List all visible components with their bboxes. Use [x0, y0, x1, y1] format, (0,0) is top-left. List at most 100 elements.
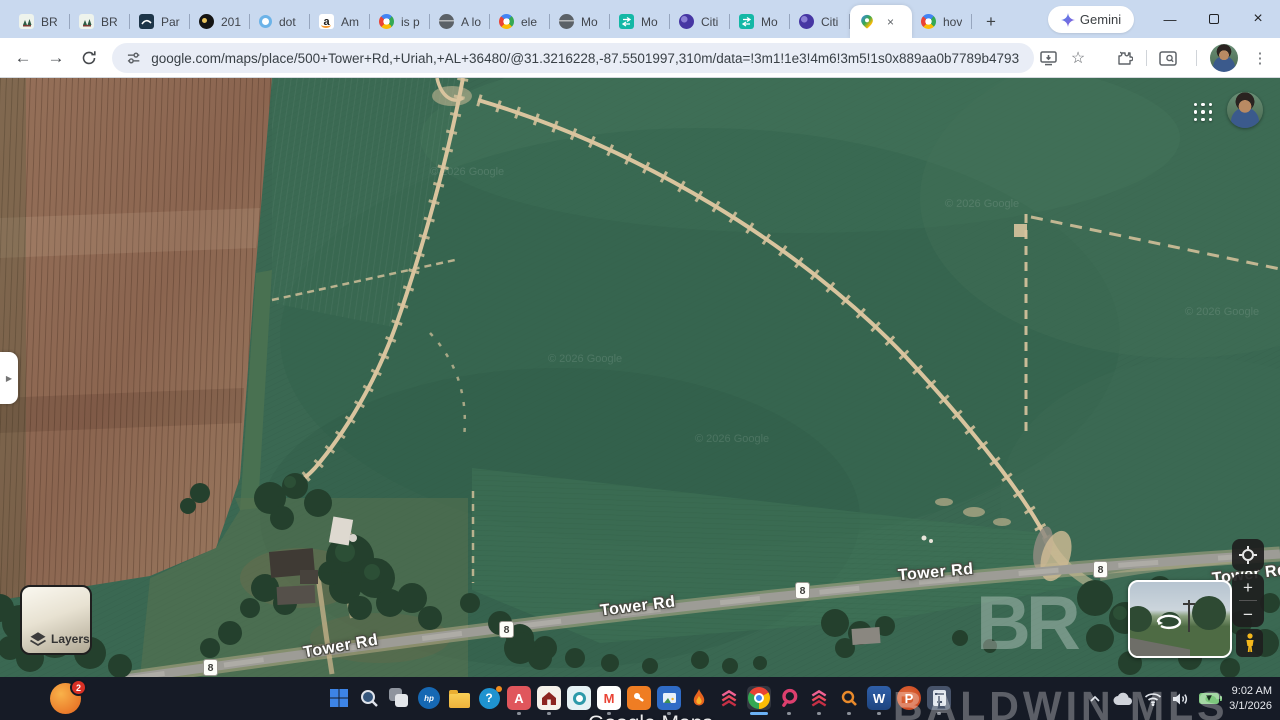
imagery-watermark: © 2026 Google [695, 433, 769, 445]
extensions-icon[interactable] [1112, 46, 1136, 70]
teal-app-icon[interactable] [567, 686, 591, 710]
map-canvas[interactable]: © 2026 Google © 2026 Google © 2026 Googl… [0, 78, 1280, 677]
account-avatar[interactable] [1227, 92, 1263, 128]
tab-google-maps-active[interactable]: × [850, 5, 912, 38]
clock-date: 3/1/2026 [1229, 699, 1272, 714]
tab-br-1[interactable]: BR [10, 5, 70, 38]
orange-app-icon[interactable] [627, 686, 651, 710]
gemini-sparkle-icon [1061, 13, 1075, 27]
tab-google-search-2[interactable]: ele [490, 5, 550, 38]
zoom-in-button[interactable]: + [1243, 579, 1253, 596]
gmail-m-logo: M [604, 691, 615, 706]
my-location-button[interactable] [1232, 539, 1264, 571]
pegman-button[interactable] [1236, 629, 1263, 657]
tab-label: is p [401, 15, 420, 29]
mls-text-watermark: BALDWIN MLS [893, 686, 1229, 720]
pegman-icon [1244, 633, 1256, 653]
chrome-logo-icon [748, 687, 770, 709]
flame-icon [690, 688, 708, 708]
satellite-imagery [0, 78, 1280, 677]
search-side-panel-icon[interactable] [1156, 46, 1180, 70]
tab-mortgage-2[interactable]: Mo [730, 5, 790, 38]
chrome-app-icon[interactable] [747, 686, 771, 710]
chevron-stack-app-icon-2[interactable] [807, 686, 831, 710]
hp-logo: hp [424, 694, 434, 703]
street-view-preview[interactable] [1128, 580, 1232, 658]
tab-label: BR [41, 15, 58, 29]
start-button[interactable] [327, 686, 351, 710]
zoom-out-button[interactable]: − [1243, 606, 1253, 623]
tab-label: dot [279, 15, 296, 29]
globe-favicon [439, 14, 454, 29]
file-explorer-icon[interactable] [447, 686, 471, 710]
gmail-app-icon[interactable]: M [597, 686, 621, 710]
task-view-button[interactable] [387, 686, 411, 710]
browser-profile-avatar[interactable] [1210, 44, 1238, 72]
clock-time: 9:02 AM [1229, 684, 1272, 699]
magnifier-icon [840, 689, 858, 707]
google-favicon [379, 14, 394, 29]
install-icon[interactable] [1036, 46, 1060, 70]
tab-amazon[interactable]: a Am [310, 5, 370, 38]
bookmark-star-icon[interactable]: ☆ [1066, 46, 1090, 70]
tab-label: Citi [821, 15, 838, 29]
tab-close-icon[interactable]: × [887, 16, 894, 28]
search-icon [359, 688, 379, 708]
tab-citizens-2[interactable]: Citi [790, 5, 850, 38]
tab-how[interactable]: hov [912, 5, 972, 38]
google-maps-pin-favicon [859, 14, 874, 29]
route-shield: 8 [795, 582, 810, 599]
reload-button[interactable] [76, 45, 102, 71]
tab-dot[interactable]: dot [250, 5, 310, 38]
back-button[interactable]: ← [10, 45, 36, 71]
realtor-app-icon[interactable] [777, 686, 801, 710]
taskbar-clock[interactable]: 9:02 AM 3/1/2026 [1229, 684, 1272, 714]
chevrons-icon [719, 688, 739, 708]
site-settings-icon[interactable] [126, 50, 141, 66]
photos-app-icon[interactable] [657, 686, 681, 710]
orange-app-glyph [632, 691, 646, 705]
search-app-icon[interactable] [837, 686, 861, 710]
new-tab-button[interactable]: + [978, 9, 1004, 35]
maximize-button[interactable] [1192, 0, 1236, 38]
tab-strip: BR BR Par 201 dot a Am [10, 5, 972, 38]
gemini-button[interactable]: Gemini [1048, 6, 1134, 33]
airbnb-app-icon[interactable]: A [507, 686, 531, 710]
browser-toolbar: ← → google.com/maps/place/500+Tower+Rd,+… [0, 38, 1280, 78]
layers-label: Layers [51, 632, 90, 646]
tab-label: ele [521, 15, 537, 29]
tab-parcel[interactable]: Par [130, 5, 190, 38]
tab-201[interactable]: 201 [190, 5, 250, 38]
tab-citizens-1[interactable]: Citi [670, 5, 730, 38]
search-button[interactable] [357, 686, 381, 710]
realtor-circle-icon [779, 688, 799, 708]
desktop-screen: BR BR Par 201 dot a Am [0, 0, 1280, 720]
close-window-button[interactable]: × [1236, 0, 1280, 38]
hp-app-icon[interactable]: hp [417, 686, 441, 710]
side-panel-expand-button[interactable]: ▶ [0, 352, 18, 404]
tab-globe-2[interactable]: Mo [550, 5, 610, 38]
airbnb-logo: A [514, 691, 523, 706]
help-app-icon[interactable]: ? [477, 686, 501, 710]
google-favicon [921, 14, 936, 29]
tab-google-search-1[interactable]: is p [370, 5, 430, 38]
forward-button[interactable]: → [43, 45, 69, 71]
browser-menu-icon[interactable]: ⋮ [1248, 46, 1272, 70]
word-app-icon[interactable]: W [867, 686, 891, 710]
chevron-right-icon: ▶ [6, 374, 12, 383]
address-bar[interactable]: google.com/maps/place/500+Tower+Rd,+Uria… [112, 43, 1034, 73]
word-w-logo: W [873, 691, 885, 706]
google-apps-grid-icon[interactable] [1192, 101, 1214, 123]
tab-br-2[interactable]: BR [70, 5, 130, 38]
swap-arrows-favicon [739, 14, 754, 29]
tab-label: Par [161, 15, 180, 29]
flame-app-icon[interactable] [687, 686, 711, 710]
layers-button[interactable]: Layers [20, 585, 92, 655]
taskbar-notification-app-icon[interactable]: 2 [50, 683, 81, 714]
tab-mortgage-1[interactable]: Mo [610, 5, 670, 38]
realty-house-app-icon[interactable] [537, 686, 561, 710]
minimize-button[interactable]: — [1148, 0, 1192, 38]
tab-globe-1[interactable]: A lo [430, 5, 490, 38]
chevron-stack-app-icon-1[interactable] [717, 686, 741, 710]
imagery-watermark: © 2026 Google [430, 166, 504, 178]
